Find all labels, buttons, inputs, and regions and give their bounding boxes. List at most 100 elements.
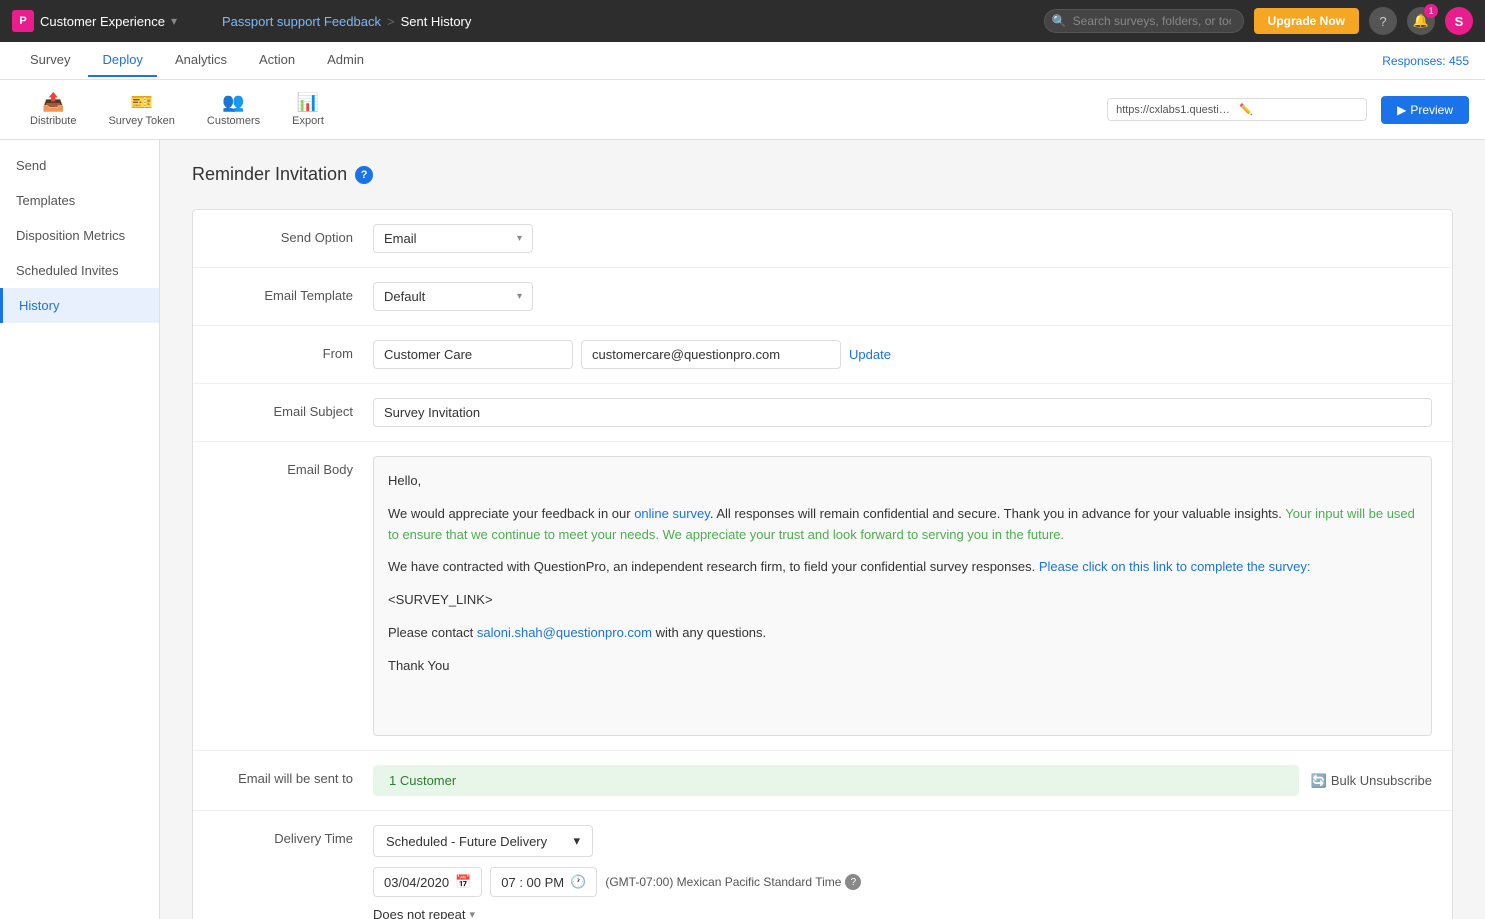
send-option-value: Email [384, 231, 417, 246]
toolbar-survey-token[interactable]: 🎫 Survey Token [94, 86, 188, 133]
help-circle-icon[interactable]: ? [355, 166, 373, 184]
nav-deploy[interactable]: Deploy [88, 44, 156, 77]
send-option-row: Send Option Email [193, 210, 1452, 268]
send-option-control: Email [373, 224, 1432, 253]
form-section: Send Option Email Email Template Default [192, 209, 1453, 919]
date-input[interactable]: 03/04/2020 📅 [373, 867, 482, 897]
email-body-survey-link: <SURVEY_LINK> [388, 590, 1417, 611]
recipients-label: Email will be sent to [213, 765, 353, 786]
toolbar-customers[interactable]: 👥 Customers [193, 86, 274, 133]
url-bar: https://cxlabs1.questionpro.com/a/cxLogi… [1107, 98, 1367, 121]
nav-bar: Survey Deploy Analytics Action Admin Res… [0, 42, 1485, 80]
delivery-time-control: Scheduled - Future Delivery 03/04/2020 📅… [373, 825, 1432, 919]
clock-icon: 🕐 [570, 874, 586, 890]
brand-name: Customer Experience [40, 14, 165, 29]
layout: Send Templates Disposition Metrics Sched… [0, 140, 1485, 919]
preview-label: Preview [1410, 103, 1453, 117]
nav-items: Survey Deploy Analytics Action Admin [16, 44, 1382, 77]
distribute-icon: 📤 [42, 92, 64, 113]
email-body-content[interactable]: Hello, We would appreciate your feedback… [373, 456, 1432, 736]
page-title-text: Reminder Invitation [192, 164, 347, 185]
responses-count: Responses: 455 [1382, 54, 1469, 68]
repeat-row: Does not repeat [373, 907, 1432, 919]
calendar-icon: 📅 [455, 874, 471, 890]
repeat-select[interactable]: Does not repeat [373, 907, 475, 919]
from-name-input[interactable] [373, 340, 573, 369]
time-input[interactable]: 07 : 00 PM 🕐 [490, 867, 597, 897]
toolbar-export[interactable]: 📊 Export [278, 86, 338, 133]
from-inputs: Update [373, 340, 1432, 369]
email-template-select[interactable]: Default [373, 282, 533, 311]
time-value: 07 : 00 PM [501, 875, 564, 890]
notification-icon[interactable]: 🔔 1 [1407, 7, 1435, 35]
delivery-time-chevron [573, 833, 580, 849]
nav-admin[interactable]: Admin [313, 44, 378, 77]
timezone-value: (GMT-07:00) Mexican Pacific Standard Tim… [605, 875, 841, 889]
nav-analytics[interactable]: Analytics [161, 44, 241, 77]
email-template-row: Email Template Default [193, 268, 1452, 326]
email-subject-row: Email Subject [193, 384, 1452, 442]
survey-token-icon: 🎫 [130, 92, 152, 113]
email-body-label: Email Body [213, 456, 353, 477]
recipients-inputs: 1 Customer 🔄 Bulk Unsubscribe [373, 765, 1432, 796]
bulk-unsubscribe-icon: 🔄 [1311, 773, 1327, 789]
from-label: From [213, 340, 353, 361]
sidebar-item-scheduled-invites[interactable]: Scheduled Invites [0, 253, 159, 288]
breadcrumb-link[interactable]: Passport support Feedback [222, 14, 381, 29]
email-template-label: Email Template [213, 282, 353, 303]
top-bar: P Customer Experience ▾ Passport support… [0, 0, 1485, 42]
sidebar-item-templates[interactable]: Templates [0, 183, 159, 218]
timezone-text: (GMT-07:00) Mexican Pacific Standard Tim… [605, 874, 861, 890]
send-option-label: Send Option [213, 224, 353, 245]
from-email-input[interactable] [581, 340, 841, 369]
update-button[interactable]: Update [849, 347, 891, 362]
timezone-help-icon[interactable]: ? [845, 874, 861, 890]
email-subject-label: Email Subject [213, 398, 353, 419]
delivery-time-label: Delivery Time [213, 825, 353, 846]
email-body-row: Email Body Hello, We would appreciate yo… [193, 442, 1452, 751]
sidebar: Send Templates Disposition Metrics Sched… [0, 140, 160, 919]
send-option-select[interactable]: Email [373, 224, 533, 253]
bulk-unsubscribe-label: Bulk Unsubscribe [1331, 773, 1432, 788]
email-body-para1: We would appreciate your feedback in our… [388, 504, 1417, 546]
email-subject-input[interactable] [373, 398, 1432, 427]
repeat-chevron [470, 908, 476, 919]
email-template-control: Default [373, 282, 1432, 311]
delivery-datetime: 03/04/2020 📅 07 : 00 PM 🕐 (GMT-07:00) Me… [373, 867, 1432, 897]
email-template-chevron [517, 291, 522, 302]
search-input[interactable] [1044, 9, 1244, 33]
upgrade-button[interactable]: Upgrade Now [1254, 8, 1359, 34]
send-option-chevron [517, 233, 522, 244]
toolbar: 📤 Distribute 🎫 Survey Token 👥 Customers … [0, 80, 1485, 140]
page-title: Reminder Invitation ? [192, 164, 1453, 185]
search-wrapper: 🔍 [1044, 9, 1244, 33]
from-control: Update [373, 340, 1432, 369]
top-bar-actions: 🔍 Upgrade Now ? 🔔 1 S [1044, 7, 1473, 35]
nav-action[interactable]: Action [245, 44, 309, 77]
user-avatar[interactable]: S [1445, 7, 1473, 35]
email-body-control: Hello, We would appreciate your feedback… [373, 456, 1432, 736]
brand-dropdown-icon[interactable]: ▾ [171, 14, 177, 28]
nav-survey[interactable]: Survey [16, 44, 84, 77]
preview-icon: ▶ [1397, 103, 1406, 117]
bulk-unsubscribe-button[interactable]: 🔄 Bulk Unsubscribe [1311, 773, 1432, 789]
delivery-time-select[interactable]: Scheduled - Future Delivery [373, 825, 593, 857]
help-icon[interactable]: ? [1369, 7, 1397, 35]
toolbar-distribute[interactable]: 📤 Distribute [16, 86, 90, 133]
email-template-value: Default [384, 289, 425, 304]
email-body-greeting: Hello, [388, 471, 1417, 492]
export-icon: 📊 [297, 92, 319, 113]
toolbar-export-label: Export [292, 115, 324, 127]
sidebar-item-send[interactable]: Send [0, 148, 159, 183]
brand-logo: P [12, 10, 34, 32]
preview-button[interactable]: ▶ Preview [1381, 96, 1469, 124]
breadcrumb-current: Sent History [401, 14, 472, 29]
notification-badge: 1 [1424, 4, 1438, 18]
sidebar-item-history[interactable]: History [0, 288, 159, 323]
url-edit-icon[interactable]: ✏️ [1239, 103, 1358, 116]
customers-icon: 👥 [222, 92, 244, 113]
main-content: Reminder Invitation ? Send Option Email … [160, 140, 1485, 919]
sidebar-item-disposition-metrics[interactable]: Disposition Metrics [0, 218, 159, 253]
recipients-badge: 1 Customer [373, 765, 1299, 796]
email-subject-control [373, 398, 1432, 427]
